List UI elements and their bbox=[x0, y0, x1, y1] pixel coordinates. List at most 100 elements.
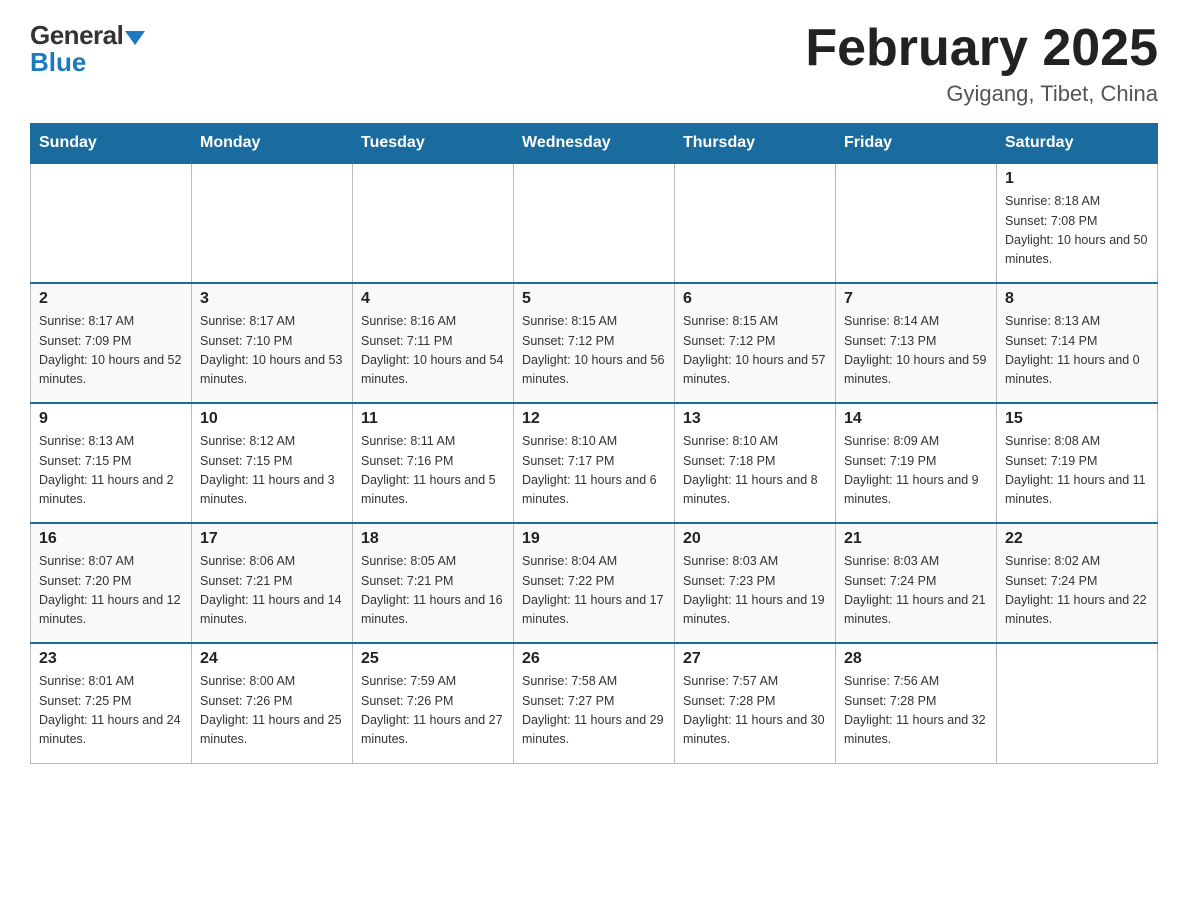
day-info: Sunrise: 8:06 AMSunset: 7:21 PMDaylight:… bbox=[200, 552, 344, 630]
day-number: 27 bbox=[683, 650, 827, 668]
day-number: 22 bbox=[1005, 530, 1149, 548]
col-monday: Monday bbox=[192, 124, 353, 164]
calendar-cell: 26 Sunrise: 7:58 AMSunset: 7:27 PMDayligh… bbox=[514, 643, 675, 763]
day-info: Sunrise: 7:56 AMSunset: 7:28 PMDaylight:… bbox=[844, 672, 988, 750]
calendar-cell: 14 Sunrise: 8:09 AMSunset: 7:19 PMDayligh… bbox=[836, 403, 997, 523]
day-number: 15 bbox=[1005, 410, 1149, 428]
calendar-cell: 23 Sunrise: 8:01 AMSunset: 7:25 PMDayligh… bbox=[31, 643, 192, 763]
logo-triangle-icon bbox=[125, 31, 145, 45]
calendar-cell: 10 Sunrise: 8:12 AMSunset: 7:15 PMDayligh… bbox=[192, 403, 353, 523]
col-friday: Friday bbox=[836, 124, 997, 164]
calendar-week-row: 2 Sunrise: 8:17 AMSunset: 7:09 PMDaylight… bbox=[31, 283, 1158, 403]
day-info: Sunrise: 8:05 AMSunset: 7:21 PMDaylight:… bbox=[361, 552, 505, 630]
logo-blue-text: Blue bbox=[30, 47, 86, 78]
day-info: Sunrise: 8:18 AMSunset: 7:08 PMDaylight:… bbox=[1005, 192, 1149, 270]
day-number: 12 bbox=[522, 410, 666, 428]
calendar-cell: 12 Sunrise: 8:10 AMSunset: 7:17 PMDayligh… bbox=[514, 403, 675, 523]
calendar-cell: 20 Sunrise: 8:03 AMSunset: 7:23 PMDayligh… bbox=[675, 523, 836, 643]
day-number: 8 bbox=[1005, 290, 1149, 308]
day-info: Sunrise: 8:10 AMSunset: 7:17 PMDaylight:… bbox=[522, 432, 666, 510]
day-number: 13 bbox=[683, 410, 827, 428]
month-title: February 2025 bbox=[805, 20, 1158, 77]
day-number: 14 bbox=[844, 410, 988, 428]
day-number: 9 bbox=[39, 410, 183, 428]
page-header: General Blue February 2025 Gyigang, Tibe… bbox=[30, 20, 1158, 107]
calendar-cell bbox=[514, 163, 675, 283]
day-number: 6 bbox=[683, 290, 827, 308]
calendar-cell: 21Sunrise: 8:03 AMSunset: 7:24 PMDayligh… bbox=[836, 523, 997, 643]
col-wednesday: Wednesday bbox=[514, 124, 675, 164]
day-info: Sunrise: 8:01 AMSunset: 7:25 PMDaylight:… bbox=[39, 672, 183, 750]
day-number: 25 bbox=[361, 650, 505, 668]
day-number: 28 bbox=[844, 650, 988, 668]
calendar-cell bbox=[353, 163, 514, 283]
calendar-cell: 1 Sunrise: 8:18 AMSunset: 7:08 PMDaylight… bbox=[997, 163, 1158, 283]
calendar-cell: 19 Sunrise: 8:04 AMSunset: 7:22 PMDayligh… bbox=[514, 523, 675, 643]
day-info: Sunrise: 8:15 AMSunset: 7:12 PMDaylight:… bbox=[522, 312, 666, 390]
day-number: 18 bbox=[361, 530, 505, 548]
calendar-cell: 15 Sunrise: 8:08 AMSunset: 7:19 PMDayligh… bbox=[997, 403, 1158, 523]
calendar-cell bbox=[192, 163, 353, 283]
day-info: Sunrise: 8:04 AMSunset: 7:22 PMDaylight:… bbox=[522, 552, 666, 630]
col-tuesday: Tuesday bbox=[353, 124, 514, 164]
day-info: Sunrise: 8:11 AMSunset: 7:16 PMDaylight:… bbox=[361, 432, 505, 510]
day-info: Sunrise: 8:15 AMSunset: 7:12 PMDaylight:… bbox=[683, 312, 827, 390]
day-info: Sunrise: 7:59 AMSunset: 7:26 PMDaylight:… bbox=[361, 672, 505, 750]
day-info: Sunrise: 8:17 AMSunset: 7:10 PMDaylight:… bbox=[200, 312, 344, 390]
day-number: 23 bbox=[39, 650, 183, 668]
calendar-header-row: Sunday Monday Tuesday Wednesday Thursday… bbox=[31, 124, 1158, 164]
day-number: 26 bbox=[522, 650, 666, 668]
logo: General Blue bbox=[30, 20, 145, 78]
calendar-cell: 13 Sunrise: 8:10 AMSunset: 7:18 PMDayligh… bbox=[675, 403, 836, 523]
day-info: Sunrise: 8:17 AMSunset: 7:09 PMDaylight:… bbox=[39, 312, 183, 390]
calendar-week-row: 1 Sunrise: 8:18 AMSunset: 7:08 PMDaylight… bbox=[31, 163, 1158, 283]
calendar-cell: 7 Sunrise: 8:14 AMSunset: 7:13 PMDaylight… bbox=[836, 283, 997, 403]
day-number: 5 bbox=[522, 290, 666, 308]
day-info: Sunrise: 8:09 AMSunset: 7:19 PMDaylight:… bbox=[844, 432, 988, 510]
calendar-cell bbox=[836, 163, 997, 283]
day-info: Sunrise: 8:16 AMSunset: 7:11 PMDaylight:… bbox=[361, 312, 505, 390]
day-info: Sunrise: 8:13 AMSunset: 7:15 PMDaylight:… bbox=[39, 432, 183, 510]
day-number: 20 bbox=[683, 530, 827, 548]
day-info: Sunrise: 8:13 AMSunset: 7:14 PMDaylight:… bbox=[1005, 312, 1149, 390]
calendar-cell bbox=[675, 163, 836, 283]
day-number: 3 bbox=[200, 290, 344, 308]
calendar-cell: 24 Sunrise: 8:00 AMSunset: 7:26 PMDayligh… bbox=[192, 643, 353, 763]
calendar-cell: 9 Sunrise: 8:13 AMSunset: 7:15 PMDaylight… bbox=[31, 403, 192, 523]
calendar-cell: 3 Sunrise: 8:17 AMSunset: 7:10 PMDaylight… bbox=[192, 283, 353, 403]
day-info: Sunrise: 8:03 AMSunset: 7:23 PMDaylight:… bbox=[683, 552, 827, 630]
day-info: Sunrise: 7:57 AMSunset: 7:28 PMDaylight:… bbox=[683, 672, 827, 750]
day-number: 16 bbox=[39, 530, 183, 548]
calendar-week-row: 16 Sunrise: 8:07 AMSunset: 7:20 PMDayligh… bbox=[31, 523, 1158, 643]
day-number: 2 bbox=[39, 290, 183, 308]
calendar-week-row: 23 Sunrise: 8:01 AMSunset: 7:25 PMDayligh… bbox=[31, 643, 1158, 763]
day-number: 10 bbox=[200, 410, 344, 428]
calendar-cell: 2 Sunrise: 8:17 AMSunset: 7:09 PMDaylight… bbox=[31, 283, 192, 403]
day-info: Sunrise: 8:07 AMSunset: 7:20 PMDaylight:… bbox=[39, 552, 183, 630]
day-info: Sunrise: 8:14 AMSunset: 7:13 PMDaylight:… bbox=[844, 312, 988, 390]
day-info: Sunrise: 7:58 AMSunset: 7:27 PMDaylight:… bbox=[522, 672, 666, 750]
day-number: 1 bbox=[1005, 170, 1149, 188]
location-text: Gyigang, Tibet, China bbox=[805, 81, 1158, 107]
day-number: 24 bbox=[200, 650, 344, 668]
calendar-week-row: 9 Sunrise: 8:13 AMSunset: 7:15 PMDaylight… bbox=[31, 403, 1158, 523]
col-sunday: Sunday bbox=[31, 124, 192, 164]
day-info: Sunrise: 8:08 AMSunset: 7:19 PMDaylight:… bbox=[1005, 432, 1149, 510]
calendar-cell: 16 Sunrise: 8:07 AMSunset: 7:20 PMDayligh… bbox=[31, 523, 192, 643]
col-saturday: Saturday bbox=[997, 124, 1158, 164]
day-info: Sunrise: 8:12 AMSunset: 7:15 PMDaylight:… bbox=[200, 432, 344, 510]
day-number: 21 bbox=[844, 530, 988, 548]
day-number: 7 bbox=[844, 290, 988, 308]
day-info: Sunrise: 8:02 AMSunset: 7:24 PMDaylight:… bbox=[1005, 552, 1149, 630]
calendar-cell bbox=[31, 163, 192, 283]
day-number: 4 bbox=[361, 290, 505, 308]
calendar-cell: 11 Sunrise: 8:11 AMSunset: 7:16 PMDayligh… bbox=[353, 403, 514, 523]
day-info: Sunrise: 8:00 AMSunset: 7:26 PMDaylight:… bbox=[200, 672, 344, 750]
day-number: 11 bbox=[361, 410, 505, 428]
day-number: 19 bbox=[522, 530, 666, 548]
day-number: 17 bbox=[200, 530, 344, 548]
calendar-cell: 8 Sunrise: 8:13 AMSunset: 7:14 PMDaylight… bbox=[997, 283, 1158, 403]
day-info: Sunrise: 8:10 AMSunset: 7:18 PMDaylight:… bbox=[683, 432, 827, 510]
logo-general-text: General bbox=[30, 20, 123, 50]
calendar-cell bbox=[997, 643, 1158, 763]
